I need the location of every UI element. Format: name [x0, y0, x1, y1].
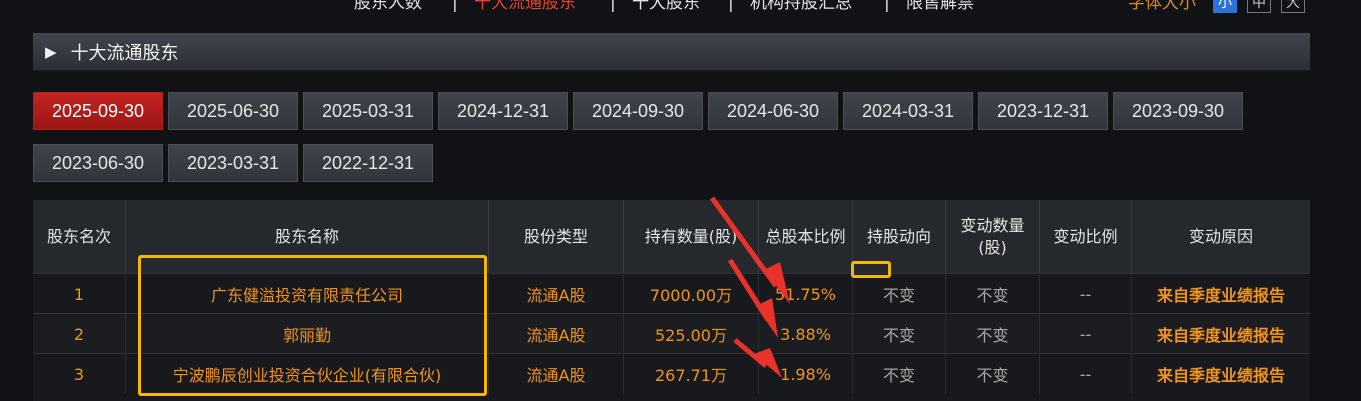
annotation-arrows — [709, 196, 790, 378]
arrow-icon — [709, 196, 790, 304]
page: 股东人数 | 十大流通股东 | 十大股东 | 机构持股汇总 | 限售解禁 字体大… — [0, 0, 1361, 401]
arrow-icon — [733, 338, 782, 378]
